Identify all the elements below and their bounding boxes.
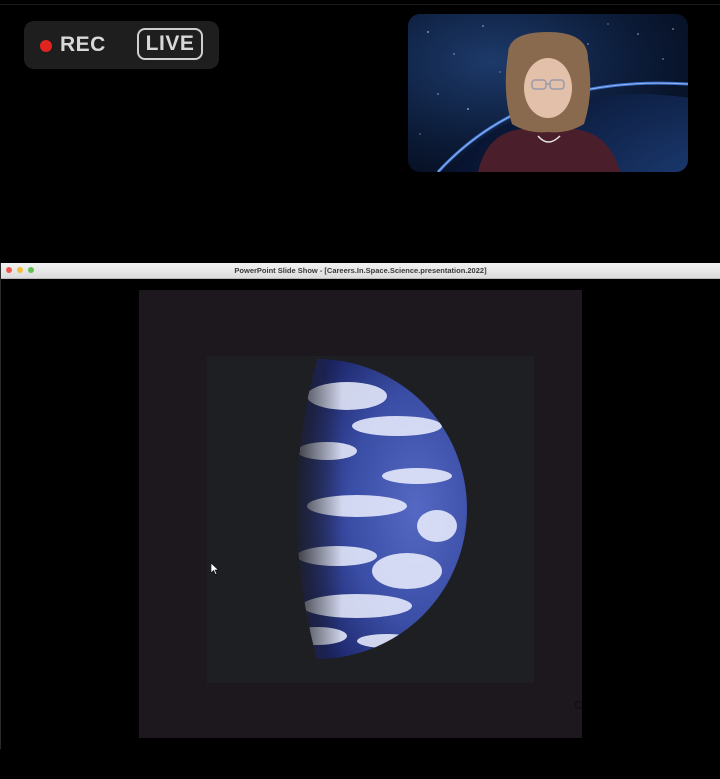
earth-photo xyxy=(207,356,534,683)
window-title: PowerPoint Slide Show - [Careers.In.Spac… xyxy=(234,266,487,275)
presenter-video-icon xyxy=(408,14,688,172)
slide-edge-glyph: C xyxy=(574,700,582,710)
mouse-pointer-icon xyxy=(210,562,220,580)
slide-canvas[interactable]: C xyxy=(139,290,582,738)
recording-status-pill: REC LIVE xyxy=(24,21,219,69)
record-dot-icon xyxy=(40,40,52,52)
rec-label: REC xyxy=(60,33,106,56)
top-edge-line xyxy=(0,4,720,5)
live-badge: LIVE xyxy=(137,28,203,60)
powerpoint-window[interactable]: PowerPoint Slide Show - [Careers.In.Spac… xyxy=(0,263,720,749)
window-title-bar[interactable]: PowerPoint Slide Show - [Careers.In.Spac… xyxy=(1,263,720,279)
earth-icon xyxy=(297,359,467,659)
presenter-webcam[interactable] xyxy=(408,14,688,172)
